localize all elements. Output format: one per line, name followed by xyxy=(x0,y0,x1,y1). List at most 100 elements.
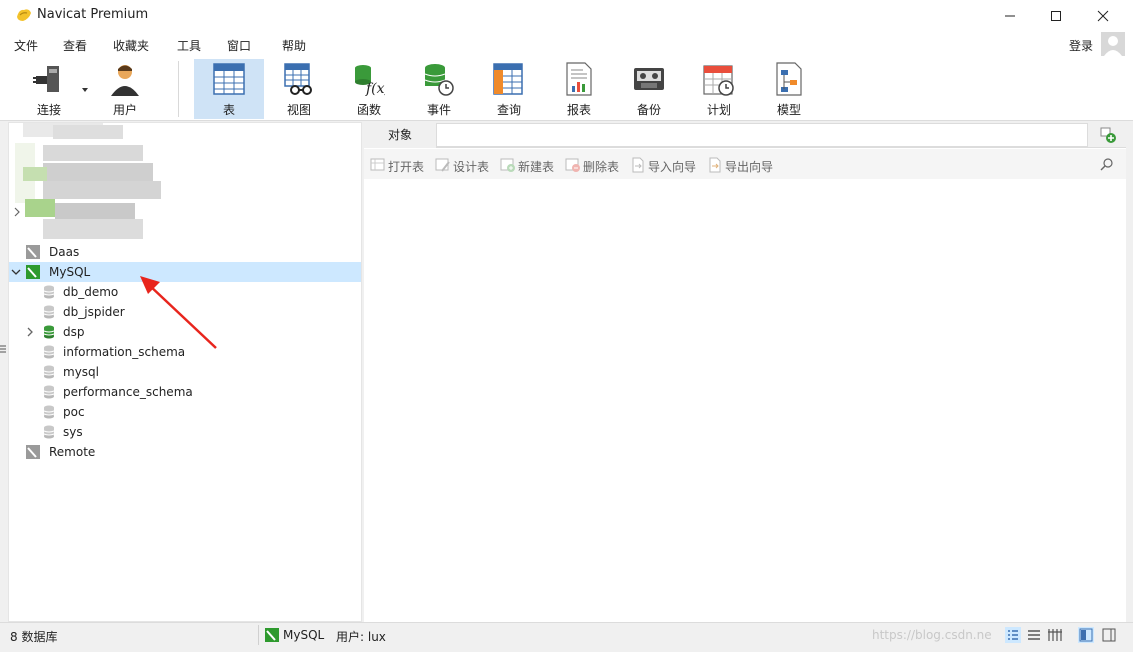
menu-view[interactable]: 查看 xyxy=(63,37,87,54)
import-icon xyxy=(632,157,644,173)
report-label: 报表 xyxy=(566,103,591,117)
model-label: 模型 xyxy=(776,103,801,117)
new-table-icon xyxy=(500,158,515,172)
model-button[interactable]: 模型 xyxy=(754,59,824,119)
grid-view-icon[interactable] xyxy=(1047,627,1063,643)
tree-database[interactable]: sys xyxy=(9,422,361,442)
preview-pane-icon[interactable] xyxy=(1078,627,1094,643)
close-button[interactable] xyxy=(1080,0,1126,31)
database-open-icon xyxy=(43,325,55,339)
menu-help[interactable]: 帮助 xyxy=(282,37,306,54)
search-icon[interactable] xyxy=(1100,157,1114,171)
backup-tape-icon xyxy=(634,68,664,90)
status-separator xyxy=(258,625,259,645)
tree-database[interactable]: performance_schema xyxy=(9,382,361,402)
event-clock-icon xyxy=(424,64,454,96)
connection-tree[interactable]: Daas MySQL db_demo db_jspider dsp inform… xyxy=(8,122,362,622)
new-tab-add-icon[interactable] xyxy=(1100,127,1116,143)
menu-favorites[interactable]: 收藏夹 xyxy=(113,37,149,54)
svg-text:f(x): f(x) xyxy=(365,81,385,96)
calendar-clock-icon xyxy=(703,65,734,96)
menu-bar: 文件 查看 收藏夹 工具 窗口 帮助 登录 xyxy=(0,31,1133,57)
user-label: 用户 xyxy=(112,103,137,117)
navicat-window: Navicat Premium 文件 查看 收藏夹 工具 窗口 帮助 登录 连接… xyxy=(0,0,1133,652)
navicat-logo-icon xyxy=(17,9,31,21)
mysql-connection-icon xyxy=(26,265,40,279)
view-label: 视图 xyxy=(286,103,311,117)
table-button[interactable]: 表 xyxy=(194,59,264,119)
watermark-text: https://blog.csdn.ne xyxy=(872,628,992,642)
tree-database[interactable]: mysql xyxy=(9,362,361,382)
list-view-icon[interactable] xyxy=(1005,627,1021,643)
tree-database[interactable]: poc xyxy=(9,402,361,422)
schedule-label: 计划 xyxy=(706,103,731,117)
user-button[interactable]: 用户 xyxy=(90,59,160,119)
report-button[interactable]: 报表 xyxy=(544,59,614,119)
event-label: 事件 xyxy=(426,103,451,117)
database-icon xyxy=(43,345,55,359)
maximize-icon xyxy=(1051,10,1061,21)
chevron-right-icon[interactable] xyxy=(25,326,35,338)
object-tab-bar: 对象 xyxy=(364,122,1126,148)
mysql-connection-icon xyxy=(265,628,279,642)
database-icon xyxy=(43,425,55,439)
maximize-button[interactable] xyxy=(1033,0,1079,31)
function-label: 函数 xyxy=(356,103,381,117)
detail-view-icon[interactable] xyxy=(1026,627,1042,643)
tree-connection-daas[interactable]: Daas xyxy=(9,242,361,262)
backup-button[interactable]: 备份 xyxy=(614,59,684,119)
table-label: 表 xyxy=(222,103,235,117)
database-count: 8 数据库 xyxy=(10,630,58,644)
object-tab-strip xyxy=(436,123,1088,147)
splitter-handle-icon[interactable] xyxy=(0,344,6,354)
tree-connection-remote[interactable]: Remote xyxy=(9,442,361,462)
status-user: 用户: lux xyxy=(336,630,386,644)
status-bar: 8 数据库 MySQL 用户: lux https://blog.csdn.ne xyxy=(0,622,1133,646)
chevron-down-icon[interactable] xyxy=(82,88,88,92)
database-icon xyxy=(43,405,55,419)
connection-inactive-icon xyxy=(26,245,40,259)
database-label: performance_schema xyxy=(63,385,193,399)
event-button[interactable]: 事件 xyxy=(404,59,474,119)
view-button[interactable]: 视图 xyxy=(264,59,334,119)
database-icon xyxy=(43,305,55,319)
tree-connection-label: Remote xyxy=(49,445,96,459)
database-icon xyxy=(43,385,55,399)
status-connection: MySQL xyxy=(283,628,325,642)
backup-label: 备份 xyxy=(636,103,661,117)
database-label: mysql xyxy=(63,365,99,379)
tab-objects[interactable]: 对象 xyxy=(364,122,436,148)
database-label: db_demo xyxy=(63,285,119,299)
database-label: dsp xyxy=(63,325,85,339)
chevron-down-icon[interactable] xyxy=(11,266,21,278)
query-button[interactable]: 查询 xyxy=(474,59,544,119)
function-icon: f(x) xyxy=(355,65,385,96)
table-icon xyxy=(213,63,245,95)
view-glasses-icon xyxy=(284,63,312,95)
minimize-button[interactable] xyxy=(987,0,1033,31)
main-toolbar: 连接 用户 表 视图 f(x 函数 事件 查询 报表 备份 计划 模型 xyxy=(0,57,1133,121)
tree-connection-label: Daas xyxy=(49,245,80,259)
side-pane-icon[interactable] xyxy=(1101,627,1117,643)
title-bar: Navicat Premium xyxy=(0,0,1133,31)
query-label: 查询 xyxy=(496,103,521,117)
menu-window[interactable]: 窗口 xyxy=(227,37,251,54)
schedule-button[interactable]: 计划 xyxy=(684,59,754,119)
minimize-icon xyxy=(1005,15,1015,16)
export-icon xyxy=(709,157,721,173)
close-icon xyxy=(1097,10,1109,21)
connection-inactive-icon xyxy=(26,445,40,459)
function-button[interactable]: f(x) 函数 xyxy=(334,59,404,119)
objects-panel: 对象 打开表 设计表 新建表 删除表 导入向导 导出向导 xyxy=(364,122,1126,622)
plug-icon xyxy=(33,66,59,92)
open-table-icon xyxy=(370,158,385,171)
user-avatar-icon[interactable] xyxy=(1101,32,1125,56)
chevron-right-icon[interactable] xyxy=(13,207,21,217)
connect-label: 连接 xyxy=(36,103,61,117)
menu-tools[interactable]: 工具 xyxy=(177,37,201,54)
database-label: sys xyxy=(63,425,83,439)
connect-button[interactable]: 连接 xyxy=(14,59,88,119)
login-link[interactable]: 登录 xyxy=(1069,37,1093,54)
menu-file[interactable]: 文件 xyxy=(14,37,38,54)
blurred-connections xyxy=(14,123,163,243)
